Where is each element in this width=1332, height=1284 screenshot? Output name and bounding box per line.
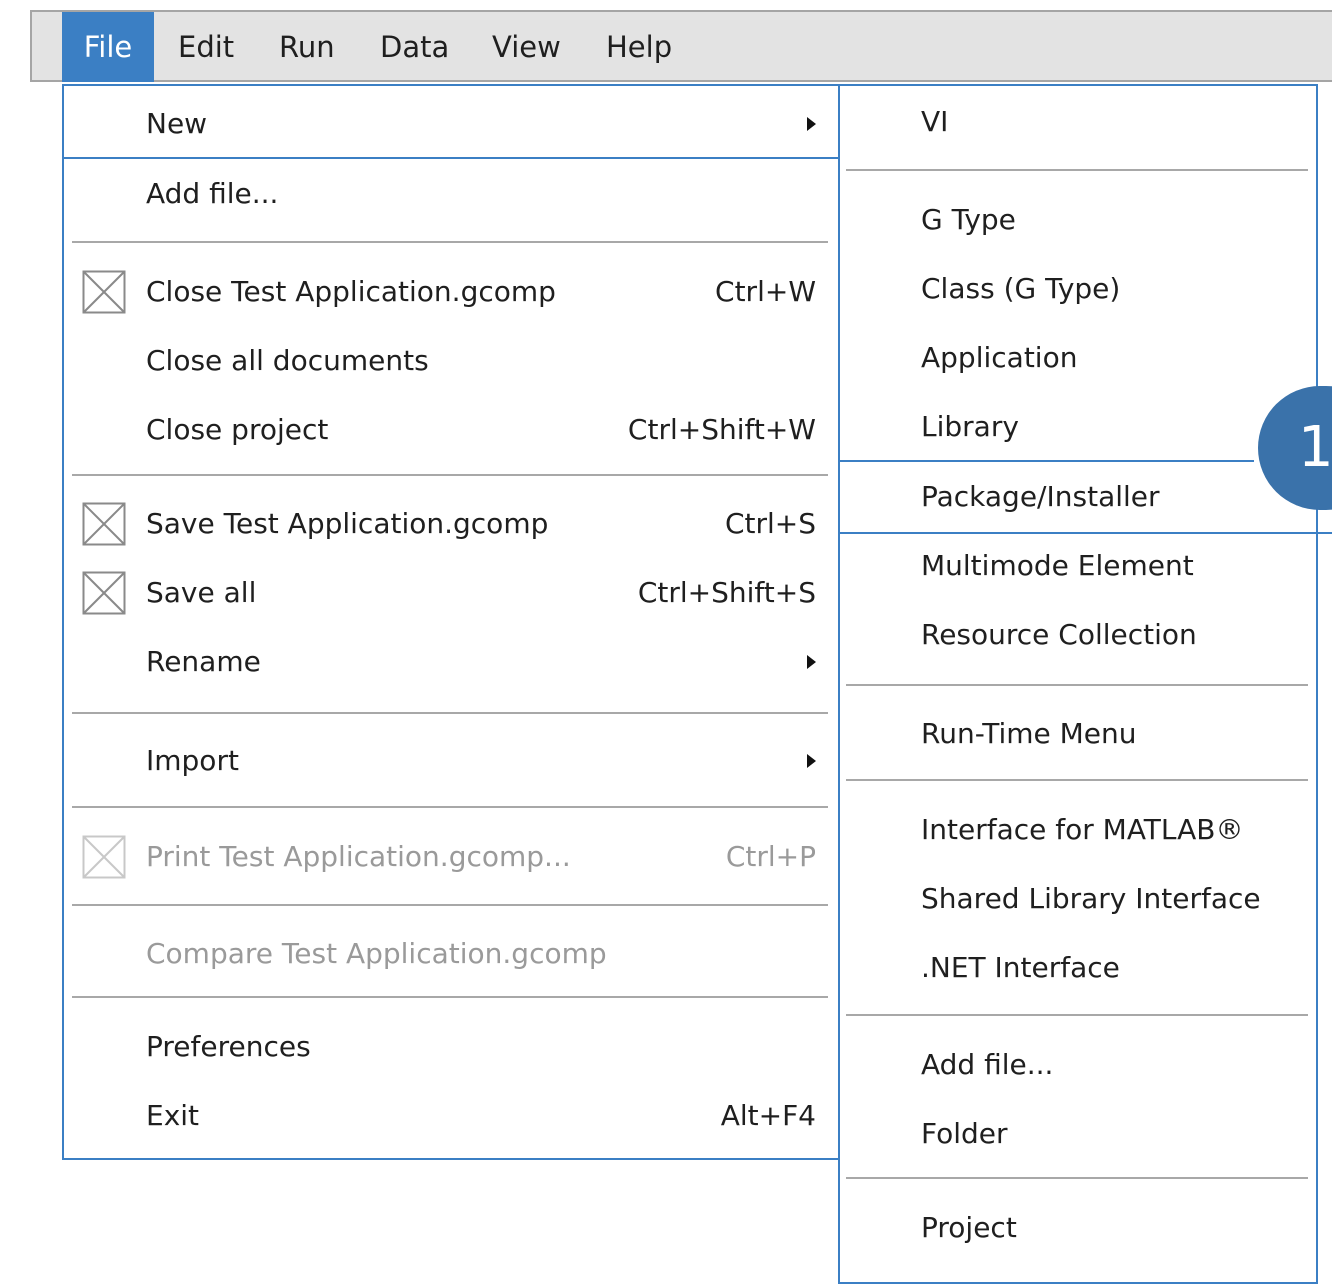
menu-item-label: Rename [146, 645, 261, 678]
menu-item-print[interactable]: Print Test Application.gcomp... Ctrl+P [64, 823, 838, 891]
separator [846, 779, 1308, 781]
menu-item-rename[interactable]: Rename [64, 628, 838, 696]
close-box-icon [82, 502, 126, 546]
menu-item-exit[interactable]: Exit Alt+F4 [64, 1082, 838, 1150]
menu-item-label: Add file... [146, 177, 279, 210]
menu-view[interactable]: View [492, 12, 561, 82]
separator [846, 169, 1308, 171]
close-box-icon [82, 835, 126, 879]
menu-item-close-all[interactable]: Close all documents [64, 327, 838, 395]
menu-item-label: Close Test Application.gcomp [146, 275, 556, 308]
menu-item-label: Folder [921, 1117, 1008, 1150]
menu-item-label: Close all documents [146, 344, 429, 377]
menu-item-label: Save Test Application.gcomp [146, 507, 549, 540]
highlight-border [64, 157, 840, 159]
menu-item-label: .NET Interface [921, 951, 1120, 984]
separator [846, 1177, 1308, 1179]
menu-item-close-project[interactable]: Close project Ctrl+Shift+W [64, 396, 838, 464]
menu-file[interactable]: File [62, 12, 154, 82]
separator [72, 241, 828, 243]
menu-item-import[interactable]: Import [64, 727, 838, 795]
submenu-item-class-g-type[interactable]: Class (G Type) [840, 255, 1316, 323]
menu-item-compare[interactable]: Compare Test Application.gcomp [64, 920, 838, 988]
menu-item-label: Run-Time Menu [921, 717, 1137, 750]
submenu-item-folder[interactable]: Folder [840, 1100, 1316, 1168]
menu-item-label: Multimode Element [921, 549, 1194, 582]
submenu-arrow-icon [807, 655, 816, 669]
menu-bar: File Edit Run Data View Help [30, 10, 1332, 82]
menu-item-close-document[interactable]: Close Test Application.gcomp Ctrl+W [64, 258, 838, 326]
menu-item-label: Project [921, 1211, 1017, 1244]
menu-item-label: Print Test Application.gcomp... [146, 840, 571, 873]
shortcut-text: Ctrl+Shift+S [637, 576, 816, 609]
close-box-icon [82, 270, 126, 314]
menu-item-label: New [146, 107, 208, 140]
menu-item-label: Save all [146, 576, 257, 609]
menu-item-label: Resource Collection [921, 618, 1197, 651]
menu-item-add-file[interactable]: Add file... [64, 160, 838, 228]
submenu-item-project[interactable]: Project [840, 1194, 1316, 1262]
separator [72, 712, 828, 714]
menu-item-label: Import [146, 744, 239, 777]
menu-item-label: Package/Installer [921, 480, 1160, 513]
highlight-border [838, 460, 1254, 462]
separator [846, 1014, 1308, 1016]
separator [72, 806, 828, 808]
shortcut-text: Ctrl+P [725, 840, 816, 873]
menu-item-label: G Type [921, 203, 1016, 236]
menu-help[interactable]: Help [606, 12, 672, 82]
submenu-item-net-interface[interactable]: .NET Interface [840, 934, 1316, 1002]
submenu-item-multimode-element[interactable]: Multimode Element [840, 532, 1316, 600]
menu-item-label: Exit [146, 1099, 200, 1132]
shortcut-text: Alt+F4 [720, 1099, 816, 1132]
menu-edit[interactable]: Edit [178, 12, 234, 82]
menu-item-label: Class (G Type) [921, 272, 1121, 305]
menu-item-label: Close project [146, 413, 329, 446]
file-menu: New Add file... Close Test Application.g… [62, 84, 840, 1160]
menu-item-label: VI [921, 105, 949, 138]
submenu-item-g-type[interactable]: G Type [840, 186, 1316, 254]
submenu-item-package-installer[interactable]: Package/Installer [840, 463, 1316, 531]
submenu-arrow-icon [807, 754, 816, 768]
menu-item-new[interactable]: New [64, 90, 838, 158]
menu-item-label: Add file... [921, 1048, 1054, 1081]
submenu-item-library[interactable]: Library [840, 393, 1316, 461]
close-box-icon [82, 571, 126, 615]
menu-item-preferences[interactable]: Preferences [64, 1013, 838, 1081]
submenu-item-shared-library-interface[interactable]: Shared Library Interface [840, 865, 1316, 933]
menu-item-label: Preferences [146, 1030, 311, 1063]
menu-item-label: Compare Test Application.gcomp [146, 937, 607, 970]
submenu-arrow-icon [807, 117, 816, 131]
menu-item-label: Shared Library Interface [921, 882, 1261, 915]
shortcut-text: Ctrl+W [715, 275, 816, 308]
menu-run[interactable]: Run [279, 12, 335, 82]
separator [72, 996, 828, 998]
menu-item-save-all[interactable]: Save all Ctrl+Shift+S [64, 559, 838, 627]
shortcut-text: Ctrl+S [724, 507, 816, 540]
new-submenu: VI G Type Class (G Type) Application Lib… [838, 84, 1332, 1284]
menu-item-label: Interface for MATLAB® [921, 813, 1244, 846]
submenu-item-add-file[interactable]: Add file... [840, 1031, 1316, 1099]
menu-item-save-document[interactable]: Save Test Application.gcomp Ctrl+S [64, 490, 838, 558]
separator [72, 474, 828, 476]
separator [72, 904, 828, 906]
submenu-item-run-time-menu[interactable]: Run-Time Menu [840, 700, 1316, 768]
menu-item-label: Application [921, 341, 1078, 374]
submenu-item-vi[interactable]: VI [840, 88, 1316, 156]
submenu-item-application[interactable]: Application [840, 324, 1316, 392]
menu-data[interactable]: Data [380, 12, 449, 82]
shortcut-text: Ctrl+Shift+W [627, 413, 816, 446]
separator [846, 684, 1308, 686]
submenu-item-resource-collection[interactable]: Resource Collection [840, 601, 1316, 669]
menu-item-label: Library [921, 410, 1019, 443]
submenu-item-interface-matlab[interactable]: Interface for MATLAB® [840, 796, 1316, 864]
